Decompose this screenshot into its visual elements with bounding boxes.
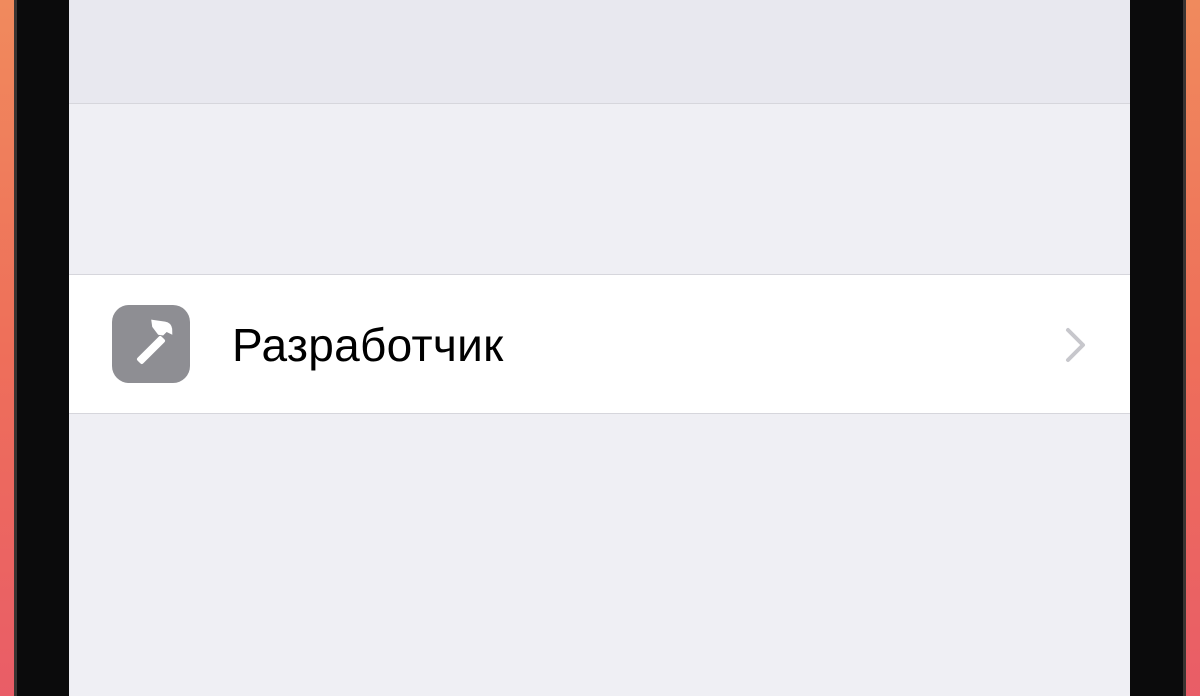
developer-label: Разработчик: [232, 319, 504, 371]
top-header-area: [69, 0, 1130, 104]
hammer-icon: [112, 305, 190, 383]
empty-content-area: [69, 414, 1130, 696]
chevron-right-icon: [1064, 327, 1088, 363]
settings-screen: Разработчик: [69, 0, 1130, 696]
settings-row-developer[interactable]: Разработчик: [69, 274, 1130, 414]
